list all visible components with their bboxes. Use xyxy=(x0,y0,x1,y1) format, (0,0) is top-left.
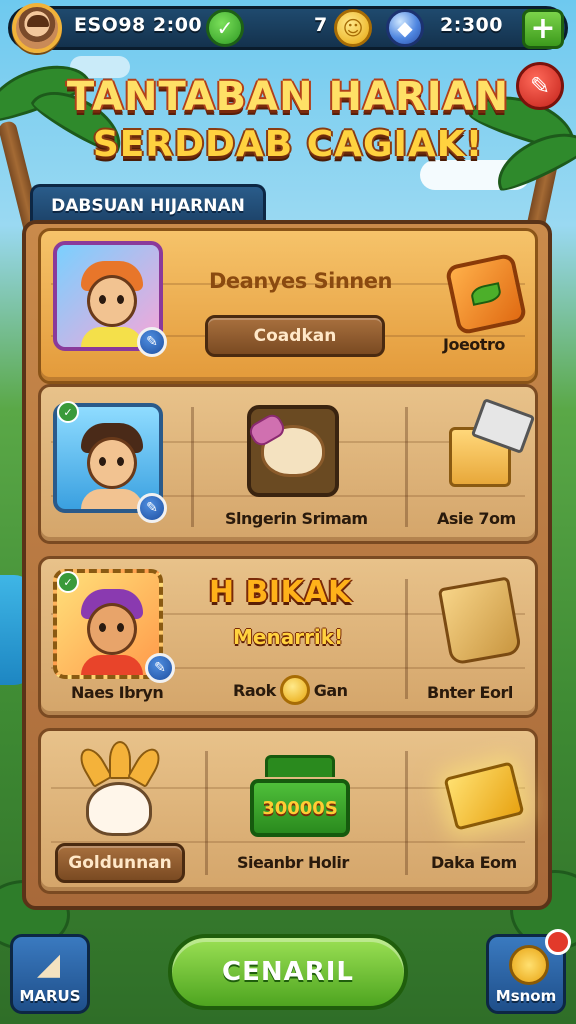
chest-value: 30000S xyxy=(250,779,350,837)
coin-reward-label-right: Gan xyxy=(313,680,348,700)
mission-card-4[interactable]: Goldunnan 30000S Sieanbr Holir Daka Eom xyxy=(38,728,538,894)
reward-label: Joeotro xyxy=(443,335,505,354)
food-plate-icon xyxy=(243,401,343,501)
divider xyxy=(405,579,408,699)
mission-card-2[interactable]: ✓ ✎ Slngerin Srimam Asie 7om xyxy=(38,384,538,544)
mission-heading: Deanyes Sinnen xyxy=(209,269,392,293)
event-banner-subtitle: Menarrik! xyxy=(233,625,344,649)
panel-tab[interactable]: DABSUAN HIJARNAN xyxy=(30,184,266,224)
shell-fan-icon xyxy=(69,741,169,841)
paper-plane-icon: ◢ xyxy=(37,947,61,982)
reward-label: Daka Eom xyxy=(431,853,517,872)
map-button-label: MARUS xyxy=(19,987,81,1005)
gem-stat-text: 2:300 xyxy=(440,14,503,36)
main-action-button[interactable]: CENARIL xyxy=(168,934,408,1010)
scroll-reward-icon xyxy=(435,575,525,667)
menu-button-label: Msnom xyxy=(495,987,557,1005)
close-button[interactable]: ✎ xyxy=(516,62,564,110)
menu-button[interactable]: Msnom xyxy=(486,929,571,1014)
player-avatar[interactable] xyxy=(12,3,62,53)
reward-label: Asie 7om xyxy=(437,509,516,528)
screen-title: TANTABAN HARIAN xyxy=(66,74,510,120)
leaf-block-icon xyxy=(441,249,531,339)
notification-badge xyxy=(545,929,571,955)
plus-icon: + xyxy=(530,11,556,46)
edit-icon[interactable]: ✎ xyxy=(145,653,175,683)
mission-action-button[interactable]: Coadkan xyxy=(205,315,385,357)
mission-action-button[interactable]: Goldunnan xyxy=(55,843,185,883)
golden-ticket-icon xyxy=(439,751,529,841)
mission-label: Slngerin Srimam xyxy=(225,509,368,528)
close-icon: ✎ xyxy=(529,72,551,100)
coin-reward-row: Raok Gan xyxy=(233,675,348,705)
event-banner-title: H BIKAK xyxy=(209,575,352,610)
mission-card-1[interactable]: ✎ Deanyes Sinnen Coadkan Joeotro xyxy=(38,228,538,384)
edit-icon[interactable]: ✎ xyxy=(137,493,167,523)
gem-icon: ◆ xyxy=(386,9,424,47)
coin-icon: ☺ xyxy=(334,9,372,47)
divider xyxy=(191,407,194,527)
compass-icon xyxy=(509,945,549,985)
coin-count: 7 xyxy=(314,14,328,36)
coin-icon xyxy=(279,675,310,705)
add-currency-button[interactable]: + xyxy=(522,9,564,49)
portrait-label: Naes Ibryn xyxy=(71,683,164,702)
player-stat-text: ESO98 2:00 xyxy=(74,14,203,36)
coin-reward-label-left: Raok xyxy=(233,680,276,700)
divider xyxy=(405,751,408,875)
supply-box-icon xyxy=(435,417,525,497)
status-badge: ✓ xyxy=(57,401,79,423)
mission-card-3[interactable]: ✓ ✎ Naes Ibryn H BIKAK Menarrik! Raok Ga… xyxy=(38,556,538,718)
divider xyxy=(405,407,408,527)
edit-icon[interactable]: ✎ xyxy=(137,327,167,357)
map-button[interactable]: ◢ MARUS xyxy=(10,934,90,1014)
reward-label: Bnter Eorl xyxy=(427,683,513,702)
mission-label: Sieanbr Holir xyxy=(237,853,349,872)
screen-subtitle: SERDDAB CAGIAK! xyxy=(92,124,484,165)
status-badge: ✓ xyxy=(57,571,79,593)
check-icon[interactable]: ✓ xyxy=(206,9,244,47)
divider xyxy=(205,751,208,875)
treasure-chest-icon: 30000S xyxy=(245,751,355,841)
